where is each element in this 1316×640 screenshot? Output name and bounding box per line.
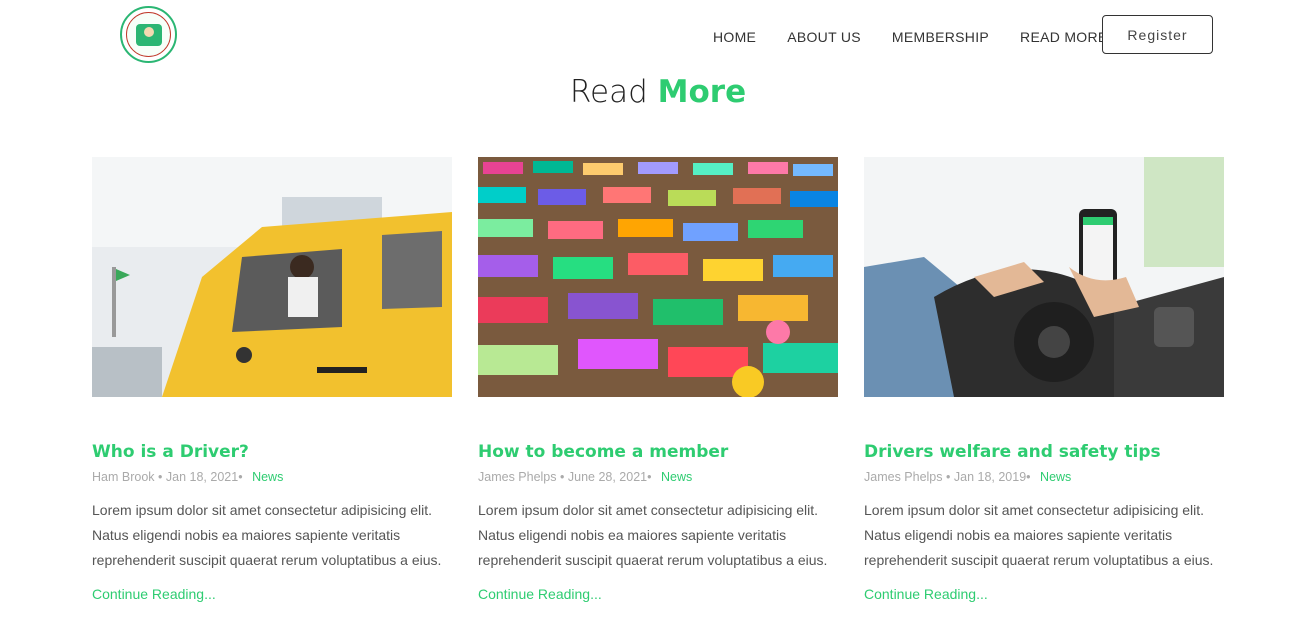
meta-separator: • — [238, 470, 243, 484]
post-excerpt: Lorem ipsum dolor sit amet consectetur a… — [478, 502, 828, 568]
post-category[interactable]: News — [1040, 470, 1071, 484]
post-image-driver[interactable] — [92, 157, 452, 397]
nav-membership-link[interactable]: MEMBERSHIP — [892, 29, 989, 45]
post-meta: James Phelps • June 28, 2021• News — [478, 470, 838, 484]
post-date: Jan 18, 2021 — [165, 470, 239, 484]
post-excerpt: Lorem ipsum dolor sit amet consectetur a… — [864, 502, 1214, 568]
post-author: Ham Brook — [92, 470, 155, 484]
post-card: Drivers welfare and safety tips James Ph… — [864, 157, 1224, 602]
section-title-plain: Read — [569, 74, 648, 110]
post-date: June 28, 2021 — [567, 470, 648, 484]
main-nav: HOME ABOUT US MEMBERSHIP READ MORE — [713, 29, 1139, 45]
logo-emblem — [126, 12, 171, 57]
meta-separator: • — [158, 470, 163, 484]
post-category[interactable]: News — [661, 470, 692, 484]
post-title[interactable]: Drivers welfare and safety tips — [864, 442, 1224, 462]
post-title[interactable]: How to become a member — [478, 442, 838, 462]
continue-reading-link[interactable]: Continue Reading... — [478, 586, 838, 602]
nav-home-link[interactable]: HOME — [713, 29, 756, 45]
continue-reading-link[interactable]: Continue Reading... — [864, 586, 1224, 602]
post-excerpt: Lorem ipsum dolor sit amet consectetur a… — [92, 502, 442, 568]
post-author: James Phelps — [478, 470, 557, 484]
meta-separator: • — [1026, 470, 1031, 484]
continue-reading-link[interactable]: Continue Reading... — [92, 586, 452, 602]
site-logo[interactable] — [120, 6, 177, 63]
meta-separator: • — [560, 470, 565, 484]
post-image-driving-phone[interactable] — [864, 157, 1224, 397]
logo-figure — [135, 23, 162, 46]
post-meta: Ham Brook • Jan 18, 2021• News — [92, 470, 452, 484]
post-image-buses[interactable] — [478, 157, 838, 397]
register-button[interactable]: Register — [1102, 15, 1213, 54]
nav-about-link[interactable]: ABOUT US — [787, 29, 861, 45]
meta-separator: • — [946, 470, 951, 484]
nav-read-more-link[interactable]: READ MORE — [1020, 29, 1108, 45]
post-card: How to become a member James Phelps • Ju… — [478, 157, 838, 602]
post-title[interactable]: Who is a Driver? — [92, 442, 452, 462]
section-title-accent: More — [657, 74, 747, 110]
post-author: James Phelps — [864, 470, 943, 484]
post-meta: James Phelps • Jan 18, 2019• News — [864, 470, 1224, 484]
section-title: Read More — [0, 74, 1316, 110]
post-card: Who is a Driver? Ham Brook • Jan 18, 202… — [92, 157, 452, 602]
post-date: Jan 18, 2019 — [953, 470, 1027, 484]
meta-separator: • — [647, 470, 652, 484]
post-category[interactable]: News — [252, 470, 283, 484]
